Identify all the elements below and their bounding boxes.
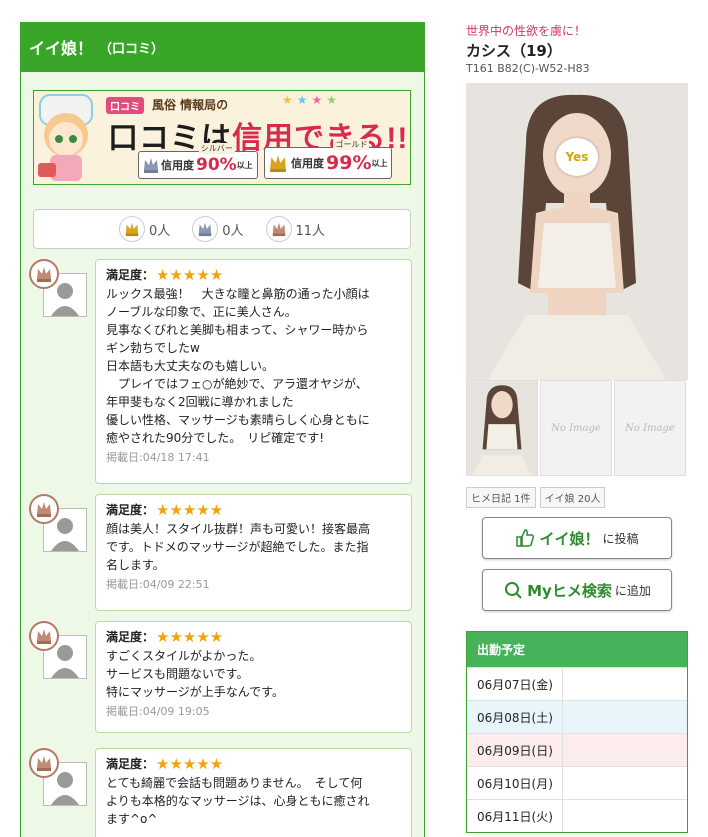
photo-thumbnails: No Image No Image <box>466 380 686 476</box>
thumbs-up-icon <box>516 529 535 547</box>
bronze-crown-icon <box>29 621 59 651</box>
review-card: 満足度： ★★★★★ 顔は美人！スタイル抜群！声も可愛い！接客最高 です。トドメの… <box>95 494 412 611</box>
schedule-row: 06月10日(月) <box>467 766 687 799</box>
gold-crown-icon <box>270 155 286 172</box>
schedule-table: 出勤予定 06月07日(金) 06月08日(土) 06月09日(日) 06月10… <box>466 631 688 833</box>
review-panel: イイ娘！ （口コミ） 口コミ 風俗 情報局の ★★★★ 口コミは信用できる!! … <box>20 22 425 837</box>
rating-stars: ★★★★★ <box>156 266 224 284</box>
bronze-crown-icon <box>265 216 292 242</box>
sparkle-stars-icon: ★★★★ <box>282 93 342 107</box>
profile-photo[interactable]: Yes <box>466 83 688 380</box>
gold-trust-badge: ゴールド 信用度 99% 以上 <box>264 139 393 179</box>
profile-name: カシス（19） <box>466 42 562 60</box>
review-date: 掲載日:04/09 19:05 <box>106 705 210 718</box>
gold-count: 0人 <box>118 216 170 242</box>
satisfaction-row: 満足度： ★★★★★ <box>106 501 224 519</box>
bronze-crown-icon <box>29 494 59 524</box>
review-text: ルックス最強！ 大きな瞳と鼻筋の通った小顔は ノーブルな印象で、正に美人さん。 … <box>106 287 370 445</box>
thumbnail-photo[interactable] <box>466 380 538 476</box>
bronze-crown-icon <box>29 259 59 289</box>
schedule-row: 06月11日(火) <box>467 799 687 832</box>
rating-stars: ★★★★★ <box>156 628 224 646</box>
review-card: 満足度： ★★★★★ とても綺麗で会話も問題ありません。 そして何 よりも本格的な… <box>95 748 412 837</box>
review-text: 顔は美人！スタイル抜群！声も可愛い！接客最高 です。トドメのマッサージが超絶でし… <box>106 522 371 572</box>
reviewer-avatar-group <box>29 259 89 319</box>
like-count-pill[interactable]: イイ娘 20人 <box>539 487 606 508</box>
reviewer-avatar-group <box>29 621 89 681</box>
gold-crown-icon <box>118 216 145 242</box>
profile-pills: ヒメ日記 1件 イイ娘 20人 <box>466 487 606 508</box>
thumbnail-placeholder[interactable]: No Image <box>614 380 686 476</box>
thumbnail-placeholder[interactable]: No Image <box>540 380 612 476</box>
mascot-illustration <box>38 94 93 181</box>
add-favorite-button[interactable]: Myヒメ検索 に追加 <box>482 569 672 611</box>
section-subtitle: （口コミ） <box>99 41 165 57</box>
silver-count: 0人 <box>192 216 244 242</box>
schedule-row: 06月08日(土) <box>467 700 687 733</box>
review-date: 掲載日:04/18 17:41 <box>106 451 210 464</box>
logo-chip: 口コミ <box>106 97 144 114</box>
yes-stamp-icon: Yes <box>556 138 598 176</box>
silver-crown-icon <box>192 216 219 242</box>
review-card: 満足度： ★★★★★ ルックス最強！ 大きな瞳と鼻筋の通った小顔は ノーブルな印象… <box>95 259 412 484</box>
review-card: 満足度： ★★★★★ すごくスタイルがよかった。 サービスも問題ないです。 特にマ… <box>95 621 412 733</box>
review-text: とても綺麗で会話も問題ありません。 そして何 よりも本格的なマッサージは、心身と… <box>106 776 370 826</box>
satisfaction-row: 満足度： ★★★★★ <box>106 628 224 646</box>
logo-text: 風俗 情報局の <box>152 98 229 112</box>
silver-crown-icon <box>144 158 158 173</box>
profile-specs: T161 B82(C)-W52-H83 <box>466 62 590 75</box>
section-header: イイ娘！ （口コミ） <box>21 22 424 72</box>
bronze-crown-icon <box>29 748 59 778</box>
rating-stars: ★★★★★ <box>156 755 224 773</box>
catch-copy: 世界中の性欲を虜に！ <box>466 24 587 38</box>
profile-photo-illustration <box>466 83 688 380</box>
diary-count-pill[interactable]: ヒメ日記 1件 <box>466 487 536 508</box>
reviewer-avatar-group <box>29 748 89 808</box>
satisfaction-row: 満足度： ★★★★★ <box>106 755 224 773</box>
search-icon <box>505 582 522 599</box>
silver-trust-badge: シルバー 信用度 90% 以上 <box>138 143 258 179</box>
schedule-row: 06月07日(金) <box>467 667 687 700</box>
trust-banner[interactable]: 口コミ 風俗 情報局の ★★★★ 口コミは信用できる!! シルバー 信用度 90%… <box>33 90 411 185</box>
bronze-count: 11人 <box>265 216 325 242</box>
section-title: イイ娘！ <box>29 39 94 58</box>
schedule-title: 出勤予定 <box>467 632 687 667</box>
satisfaction-row: 満足度： ★★★★★ <box>106 266 224 284</box>
post-review-button[interactable]: イイ娘！ に投稿 <box>482 517 672 559</box>
crown-counts: 0人 0人 11人 <box>33 209 411 249</box>
reviewer-avatar-group <box>29 494 89 554</box>
review-date: 掲載日:04/09 22:51 <box>106 578 210 591</box>
schedule-row: 06月09日(日) <box>467 733 687 766</box>
rating-stars: ★★★★★ <box>156 501 224 519</box>
review-text: すごくスタイルがよかった。 サービスも問題ないです。 特にマッサージが上手なんで… <box>106 649 284 699</box>
